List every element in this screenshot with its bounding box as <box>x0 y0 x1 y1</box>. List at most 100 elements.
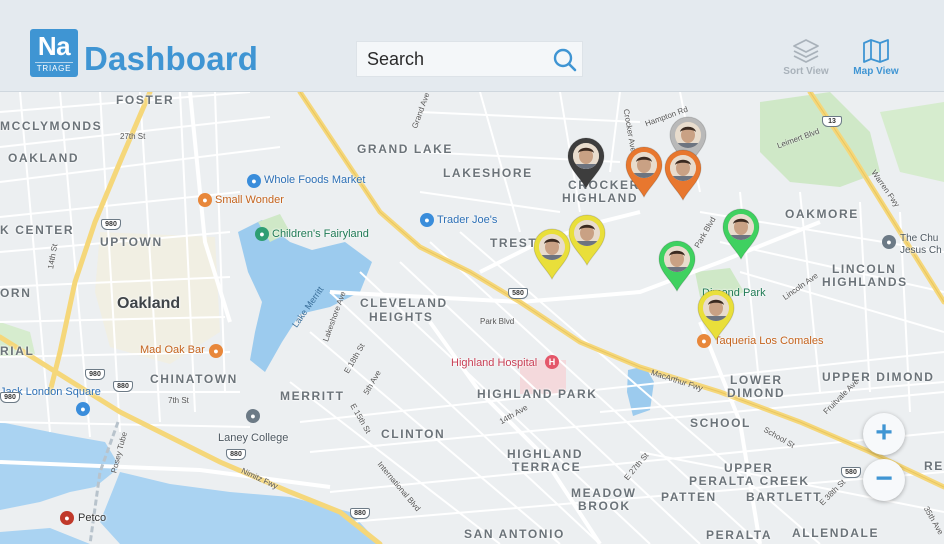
highway-shield: 13 <box>822 116 842 127</box>
area-label: UPPER DIMOND <box>822 370 935 384</box>
patient-pin[interactable] <box>657 240 697 293</box>
poi-label[interactable]: Mad Oak Bar <box>140 344 205 356</box>
area-label: TERRACE <box>512 460 582 474</box>
patient-avatar <box>539 234 565 260</box>
fork-knife-icon[interactable]: ● <box>198 193 212 207</box>
area-label: K CENTER <box>0 223 75 237</box>
highway-shield: 980 <box>101 219 121 230</box>
area-label: TREST <box>490 236 538 250</box>
highway-shield: 980 <box>85 369 105 380</box>
layers-icon <box>793 39 819 63</box>
area-label: HIGHLAND PARK <box>477 387 598 401</box>
area-label: ORN <box>0 286 32 300</box>
street-label: Lakeshore Ave <box>321 290 348 343</box>
street-label: Posey Tube <box>109 430 129 475</box>
patient-pin[interactable] <box>624 146 664 199</box>
shopping-cart-icon[interactable]: ● <box>420 213 434 227</box>
app-logo: Na TRIAGE <box>30 29 78 77</box>
street-label: 5th Ave <box>361 368 383 397</box>
street-label: School St <box>762 425 797 450</box>
patient-avatar <box>703 295 729 321</box>
poi-label[interactable]: Whole Foods Market <box>264 174 365 186</box>
park-icon[interactable]: ● <box>255 227 269 241</box>
street-label: 14th Ave <box>497 402 530 427</box>
area-label: ALLENDALE <box>792 526 880 540</box>
search-box <box>356 41 583 77</box>
patient-avatar <box>670 155 696 181</box>
street-label: MacArthur Fwy <box>649 367 704 394</box>
street-label: 35th Ave <box>921 504 944 537</box>
church-icon[interactable]: ● <box>882 235 896 249</box>
area-label: HIGHLAND <box>507 447 584 461</box>
street-label: Lincoln Ave <box>781 271 820 302</box>
area-label: HIGHLANDS <box>822 275 908 289</box>
map-view-label: Map View <box>853 66 899 77</box>
poi-label[interactable]: Trader Joe's <box>437 214 497 226</box>
lake-label: Lake Merritt <box>290 284 326 330</box>
search-input[interactable] <box>357 42 547 76</box>
patient-avatar <box>574 220 600 246</box>
map-canvas[interactable]: FOSTER MCCLYMONDS OAKLAND K CENTER UPTOW… <box>0 92 944 544</box>
street-label: 14th St <box>46 243 60 270</box>
street-label: E 27th St <box>622 450 651 483</box>
patient-avatar <box>631 152 657 178</box>
poi-label[interactable]: Laney College <box>218 432 288 444</box>
poi-label[interactable]: The Chu Jesus Ch <box>900 233 944 257</box>
area-label: UPTOWN <box>100 235 163 249</box>
area-label: BROOK <box>578 499 631 513</box>
street-label: E 15th St <box>348 401 373 436</box>
area-label: LOWER <box>730 373 783 387</box>
poi-label[interactable]: Highland Hospital <box>451 357 537 369</box>
highway-shield: 880 <box>226 449 246 460</box>
zoom-out-button[interactable]: − <box>863 459 905 501</box>
patient-pin[interactable] <box>566 137 606 190</box>
area-label: DIMOND <box>727 386 786 400</box>
area-label: CHINATOWN <box>150 372 238 386</box>
patient-avatar <box>664 246 690 272</box>
area-label: MCCLYMONDS <box>0 119 103 133</box>
shopping-bag-icon[interactable]: ● <box>76 402 90 416</box>
area-label: RE <box>924 459 944 473</box>
sort-view-button[interactable]: Sort View <box>776 38 836 82</box>
logo-text: Na <box>37 31 71 61</box>
area-label: LAKESHORE <box>443 166 533 180</box>
page-title: Dashboard <box>84 40 259 77</box>
area-label: PERALTA CREEK <box>689 474 810 488</box>
map-view-button[interactable]: Map View <box>846 38 906 82</box>
area-label: UPPER <box>724 461 774 475</box>
area-label: PATTEN <box>661 490 717 504</box>
map-labels: FOSTER MCCLYMONDS OAKLAND K CENTER UPTOW… <box>0 92 944 544</box>
street-label: E 18th St <box>342 341 367 376</box>
patient-pin[interactable] <box>663 149 703 202</box>
hospital-icon[interactable]: H <box>545 355 559 369</box>
highway-shield: 880 <box>113 381 133 392</box>
app-header: Na TRIAGE Dashboard Sort View Map View <box>0 0 944 92</box>
area-label: CLEVELAND <box>360 296 448 310</box>
poi-label[interactable]: Petco <box>78 512 106 524</box>
fork-knife-icon[interactable]: ● <box>209 344 223 358</box>
area-label: CLINTON <box>381 427 446 441</box>
area-label: SCHOOL <box>690 416 751 430</box>
area-label: SAN ANTONIO <box>464 527 565 541</box>
area-label: PERALTA <box>706 528 773 542</box>
patient-pin[interactable] <box>696 289 736 342</box>
poi-label[interactable]: Small Wonder <box>215 194 284 206</box>
patient-pin[interactable] <box>532 228 572 281</box>
poi-label[interactable]: Children's Fairyland <box>272 228 369 240</box>
area-label: MERRITT <box>280 389 345 403</box>
school-icon[interactable]: ● <box>246 409 260 423</box>
zoom-in-button[interactable]: + <box>863 413 905 455</box>
shopping-cart-icon[interactable]: ● <box>247 174 261 188</box>
area-label: RIAL <box>0 344 35 358</box>
patient-pin[interactable] <box>721 208 761 261</box>
store-icon[interactable]: ● <box>60 511 74 525</box>
search-icon[interactable] <box>552 47 578 73</box>
patient-avatar <box>675 122 701 148</box>
patient-avatar <box>573 143 599 169</box>
area-label: HEIGHTS <box>369 310 434 324</box>
area-label: GRAND LAKE <box>357 142 453 156</box>
patient-pin[interactable] <box>567 214 607 267</box>
street-label: 27th St <box>120 132 146 141</box>
street-label: Warren Fwy <box>869 168 902 209</box>
area-label: FOSTER <box>116 93 175 107</box>
